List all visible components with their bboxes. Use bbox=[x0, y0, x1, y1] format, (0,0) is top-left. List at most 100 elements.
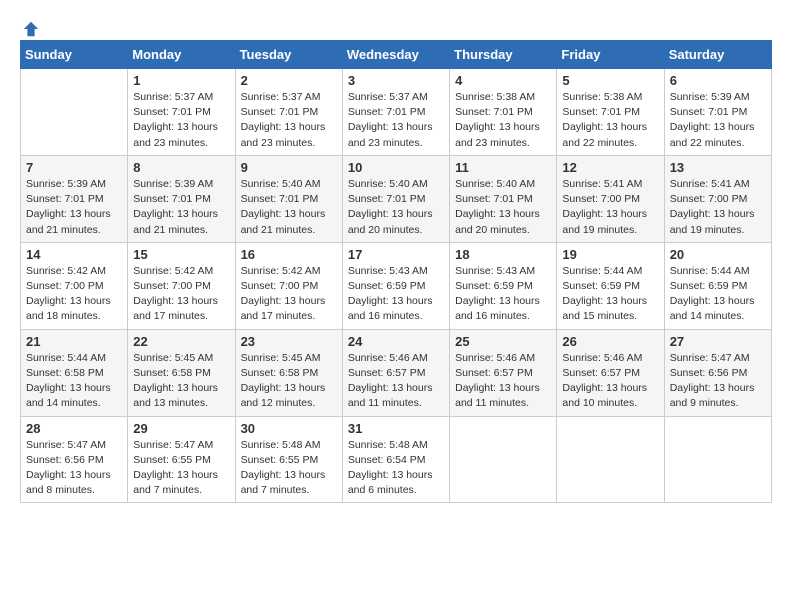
calendar-cell: 3 Sunrise: 5:37 AMSunset: 7:01 PMDaylight… bbox=[342, 69, 449, 156]
column-header-wednesday: Wednesday bbox=[342, 41, 449, 69]
calendar-cell: 2 Sunrise: 5:37 AMSunset: 7:01 PMDaylight… bbox=[235, 69, 342, 156]
day-info: Sunrise: 5:37 AMSunset: 7:01 PMDaylight:… bbox=[133, 90, 229, 151]
calendar-cell: 31Sunrise: 5:48 AMSunset: 6:54 PMDayligh… bbox=[342, 416, 449, 503]
calendar-cell bbox=[450, 416, 557, 503]
calendar-cell: 15 Sunrise: 5:42 AMSunset: 7:00 PMDayligh… bbox=[128, 242, 235, 329]
day-number: 15 bbox=[133, 247, 229, 262]
day-info: Sunrise: 5:44 AMSunset: 6:58 PMDaylight:… bbox=[26, 351, 122, 412]
day-info: Sunrise: 5:43 AMSunset: 6:59 PMDaylight:… bbox=[455, 264, 551, 325]
day-info: Sunrise: 5:42 AMSunset: 7:00 PMDaylight:… bbox=[241, 264, 337, 325]
day-info: Sunrise: 5:45 AMSunset: 6:58 PMDaylight:… bbox=[133, 351, 229, 412]
day-info: Sunrise: 5:42 AMSunset: 7:00 PMDaylight:… bbox=[133, 264, 229, 325]
day-number: 19 bbox=[562, 247, 658, 262]
calendar-cell: 8 Sunrise: 5:39 AMSunset: 7:01 PMDaylight… bbox=[128, 155, 235, 242]
day-info: Sunrise: 5:47 AMSunset: 6:55 PMDaylight:… bbox=[133, 438, 229, 499]
day-info: Sunrise: 5:45 AMSunset: 6:58 PMDaylight:… bbox=[241, 351, 337, 412]
day-number: 16 bbox=[241, 247, 337, 262]
column-header-saturday: Saturday bbox=[664, 41, 771, 69]
day-number: 12 bbox=[562, 160, 658, 175]
day-info: Sunrise: 5:37 AMSunset: 7:01 PMDaylight:… bbox=[348, 90, 444, 151]
calendar-cell: 25 Sunrise: 5:46 AMSunset: 6:57 PMDayligh… bbox=[450, 329, 557, 416]
day-number: 5 bbox=[562, 73, 658, 88]
calendar-cell: 19 Sunrise: 5:44 AMSunset: 6:59 PMDayligh… bbox=[557, 242, 664, 329]
day-number: 2 bbox=[241, 73, 337, 88]
calendar-cell: 24 Sunrise: 5:46 AMSunset: 6:57 PMDayligh… bbox=[342, 329, 449, 416]
day-info: Sunrise: 5:43 AMSunset: 6:59 PMDaylight:… bbox=[348, 264, 444, 325]
day-number: 4 bbox=[455, 73, 551, 88]
day-number: 10 bbox=[348, 160, 444, 175]
day-number: 17 bbox=[348, 247, 444, 262]
day-number: 3 bbox=[348, 73, 444, 88]
day-info: Sunrise: 5:39 AMSunset: 7:01 PMDaylight:… bbox=[26, 177, 122, 238]
calendar-cell: 1 Sunrise: 5:37 AMSunset: 7:01 PMDaylight… bbox=[128, 69, 235, 156]
calendar-cell bbox=[21, 69, 128, 156]
calendar-cell: 7 Sunrise: 5:39 AMSunset: 7:01 PMDaylight… bbox=[21, 155, 128, 242]
day-number: 11 bbox=[455, 160, 551, 175]
calendar-cell: 4 Sunrise: 5:38 AMSunset: 7:01 PMDaylight… bbox=[450, 69, 557, 156]
column-header-tuesday: Tuesday bbox=[235, 41, 342, 69]
calendar-cell: 9 Sunrise: 5:40 AMSunset: 7:01 PMDaylight… bbox=[235, 155, 342, 242]
day-info: Sunrise: 5:41 AMSunset: 7:00 PMDaylight:… bbox=[562, 177, 658, 238]
day-info: Sunrise: 5:48 AMSunset: 6:54 PMDaylight:… bbox=[348, 438, 444, 499]
day-info: Sunrise: 5:39 AMSunset: 7:01 PMDaylight:… bbox=[133, 177, 229, 238]
day-number: 25 bbox=[455, 334, 551, 349]
week-row-1: 1 Sunrise: 5:37 AMSunset: 7:01 PMDaylight… bbox=[21, 69, 772, 156]
calendar-cell: 22 Sunrise: 5:45 AMSunset: 6:58 PMDayligh… bbox=[128, 329, 235, 416]
calendar-cell: 14Sunrise: 5:42 AMSunset: 7:00 PMDayligh… bbox=[21, 242, 128, 329]
day-info: Sunrise: 5:44 AMSunset: 6:59 PMDaylight:… bbox=[670, 264, 766, 325]
week-row-4: 21Sunrise: 5:44 AMSunset: 6:58 PMDayligh… bbox=[21, 329, 772, 416]
day-number: 9 bbox=[241, 160, 337, 175]
day-number: 24 bbox=[348, 334, 444, 349]
day-info: Sunrise: 5:42 AMSunset: 7:00 PMDaylight:… bbox=[26, 264, 122, 325]
day-info: Sunrise: 5:46 AMSunset: 6:57 PMDaylight:… bbox=[455, 351, 551, 412]
day-number: 13 bbox=[670, 160, 766, 175]
day-number: 22 bbox=[133, 334, 229, 349]
week-row-3: 14Sunrise: 5:42 AMSunset: 7:00 PMDayligh… bbox=[21, 242, 772, 329]
calendar-cell: 13 Sunrise: 5:41 AMSunset: 7:00 PMDayligh… bbox=[664, 155, 771, 242]
calendar-cell: 6 Sunrise: 5:39 AMSunset: 7:01 PMDaylight… bbox=[664, 69, 771, 156]
calendar-cell: 18 Sunrise: 5:43 AMSunset: 6:59 PMDayligh… bbox=[450, 242, 557, 329]
calendar-cell: 5 Sunrise: 5:38 AMSunset: 7:01 PMDaylight… bbox=[557, 69, 664, 156]
day-number: 8 bbox=[133, 160, 229, 175]
day-info: Sunrise: 5:40 AMSunset: 7:01 PMDaylight:… bbox=[348, 177, 444, 238]
day-info: Sunrise: 5:38 AMSunset: 7:01 PMDaylight:… bbox=[455, 90, 551, 151]
column-header-monday: Monday bbox=[128, 41, 235, 69]
day-number: 26 bbox=[562, 334, 658, 349]
calendar-cell: 26 Sunrise: 5:46 AMSunset: 6:57 PMDayligh… bbox=[557, 329, 664, 416]
day-info: Sunrise: 5:38 AMSunset: 7:01 PMDaylight:… bbox=[562, 90, 658, 151]
day-number: 23 bbox=[241, 334, 337, 349]
calendar-cell: 10 Sunrise: 5:40 AMSunset: 7:01 PMDayligh… bbox=[342, 155, 449, 242]
calendar-cell: 23 Sunrise: 5:45 AMSunset: 6:58 PMDayligh… bbox=[235, 329, 342, 416]
day-info: Sunrise: 5:48 AMSunset: 6:55 PMDaylight:… bbox=[241, 438, 337, 499]
column-header-thursday: Thursday bbox=[450, 41, 557, 69]
calendar-cell: 21Sunrise: 5:44 AMSunset: 6:58 PMDayligh… bbox=[21, 329, 128, 416]
day-number: 18 bbox=[455, 247, 551, 262]
day-info: Sunrise: 5:40 AMSunset: 7:01 PMDaylight:… bbox=[455, 177, 551, 238]
day-info: Sunrise: 5:47 AMSunset: 6:56 PMDaylight:… bbox=[670, 351, 766, 412]
day-info: Sunrise: 5:40 AMSunset: 7:01 PMDaylight:… bbox=[241, 177, 337, 238]
calendar-cell bbox=[664, 416, 771, 503]
day-number: 28 bbox=[26, 421, 122, 436]
calendar-cell: 27Sunrise: 5:47 AMSunset: 6:56 PMDayligh… bbox=[664, 329, 771, 416]
week-row-2: 7 Sunrise: 5:39 AMSunset: 7:01 PMDaylight… bbox=[21, 155, 772, 242]
day-info: Sunrise: 5:46 AMSunset: 6:57 PMDaylight:… bbox=[562, 351, 658, 412]
day-number: 6 bbox=[670, 73, 766, 88]
calendar-cell: 17 Sunrise: 5:43 AMSunset: 6:59 PMDayligh… bbox=[342, 242, 449, 329]
calendar-cell: 20 Sunrise: 5:44 AMSunset: 6:59 PMDayligh… bbox=[664, 242, 771, 329]
day-info: Sunrise: 5:44 AMSunset: 6:59 PMDaylight:… bbox=[562, 264, 658, 325]
day-info: Sunrise: 5:37 AMSunset: 7:01 PMDaylight:… bbox=[241, 90, 337, 151]
calendar-cell: 28Sunrise: 5:47 AMSunset: 6:56 PMDayligh… bbox=[21, 416, 128, 503]
day-number: 29 bbox=[133, 421, 229, 436]
day-number: 7 bbox=[26, 160, 122, 175]
day-number: 1 bbox=[133, 73, 229, 88]
day-number: 20 bbox=[670, 247, 766, 262]
calendar-header-row: SundayMondayTuesdayWednesdayThursdayFrid… bbox=[21, 41, 772, 69]
page-header bbox=[20, 20, 772, 30]
day-info: Sunrise: 5:41 AMSunset: 7:00 PMDaylight:… bbox=[670, 177, 766, 238]
day-info: Sunrise: 5:39 AMSunset: 7:01 PMDaylight:… bbox=[670, 90, 766, 151]
logo-icon bbox=[22, 20, 40, 38]
calendar-cell: 16 Sunrise: 5:42 AMSunset: 7:00 PMDayligh… bbox=[235, 242, 342, 329]
day-info: Sunrise: 5:46 AMSunset: 6:57 PMDaylight:… bbox=[348, 351, 444, 412]
column-header-sunday: Sunday bbox=[21, 41, 128, 69]
column-header-friday: Friday bbox=[557, 41, 664, 69]
